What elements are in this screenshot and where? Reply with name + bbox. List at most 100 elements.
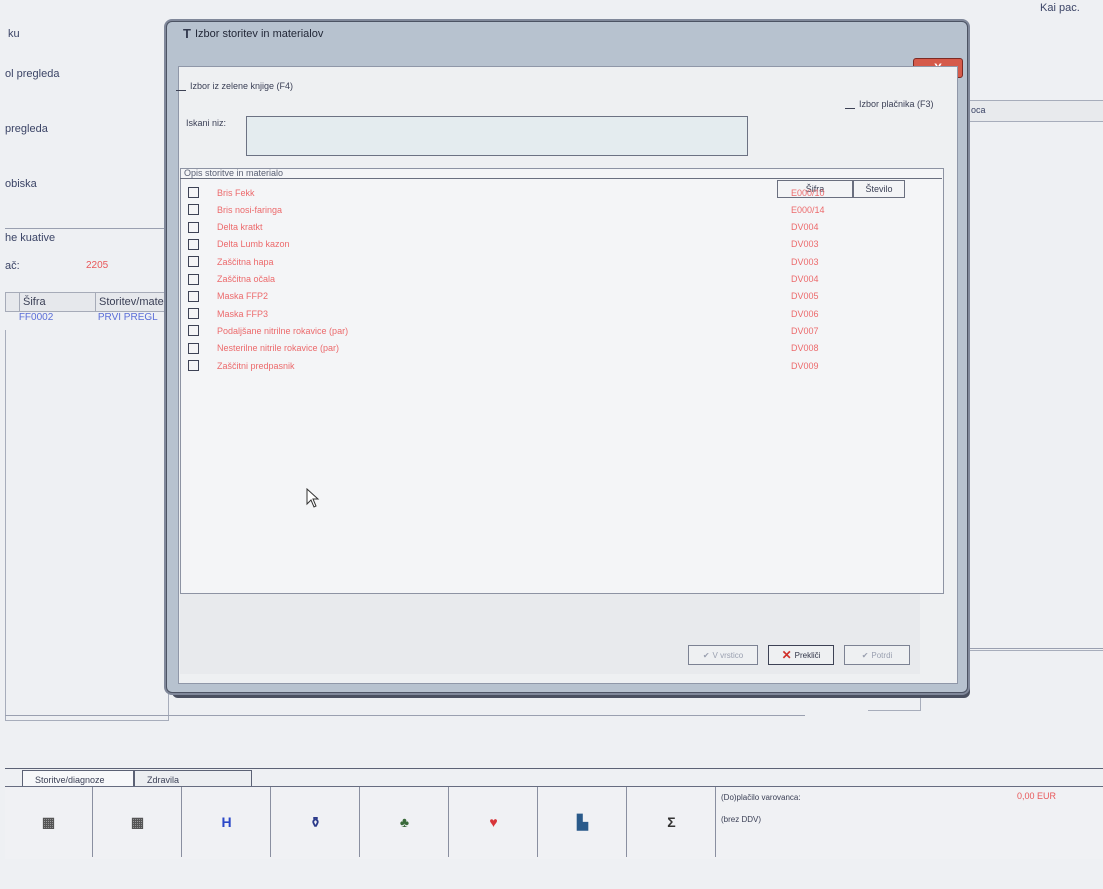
item-description: Zaščitna očala bbox=[217, 274, 276, 284]
toolbar-button[interactable]: ▙ bbox=[539, 787, 627, 857]
search-input[interactable] bbox=[246, 116, 748, 156]
bg-label-1: ku bbox=[8, 28, 20, 40]
table-row[interactable]: FF0002 PRVI PREGL bbox=[5, 312, 167, 328]
list-item[interactable]: Podaljšane nitrilne rokavice (par) DV007 bbox=[188, 324, 848, 337]
item-checkbox[interactable] bbox=[188, 290, 199, 302]
item-description: Maska FFP2 bbox=[217, 291, 269, 302]
item-code: DV004 bbox=[791, 222, 819, 233]
toolbar-button[interactable]: ♥ bbox=[450, 787, 538, 857]
item-checkbox[interactable] bbox=[188, 273, 199, 285]
calculator-icon: ▦ bbox=[130, 813, 145, 830]
toolbar-button[interactable]: ⚱ bbox=[272, 787, 360, 857]
list-item[interactable]: Bris nosi-faringa E000/14 bbox=[188, 203, 848, 216]
green-book-checkbox[interactable] bbox=[176, 80, 186, 91]
item-description: Delta kratkt bbox=[217, 222, 263, 233]
item-description: Delta Lumb kazon bbox=[217, 239, 290, 250]
item-checkbox[interactable] bbox=[188, 360, 199, 371]
bg-label-5: he kuative bbox=[5, 232, 56, 244]
toolbar-button[interactable]: ♣ bbox=[361, 787, 449, 857]
list-item[interactable]: Zaščitna hapa DV003 bbox=[188, 255, 848, 268]
bg-row-code: FF0002 bbox=[18, 312, 54, 323]
payment-summary: (Do)plačilo varovanca: 0,00 EUR (brez DD… bbox=[717, 787, 1103, 857]
item-description: Zaščitna hapa bbox=[217, 256, 274, 267]
add-row-button[interactable]: ✔ V vrstico bbox=[688, 645, 758, 665]
heart-icon: ♥ bbox=[489, 814, 498, 830]
hospital-icon: H bbox=[221, 814, 232, 830]
toolbar-button[interactable]: ▦ bbox=[94, 787, 182, 857]
item-code: E000/10 bbox=[791, 187, 825, 198]
bg-table-body bbox=[5, 330, 169, 721]
top-right-label: Kai pac. bbox=[1040, 2, 1080, 14]
payer-checkbox[interactable] bbox=[845, 98, 855, 109]
calculator-icon: ▦ bbox=[41, 813, 56, 830]
flask-icon: ⚱ bbox=[309, 813, 322, 830]
bg-right-header: oca bbox=[966, 100, 1103, 122]
amount-value: 2205 bbox=[86, 260, 109, 271]
list-item[interactable]: Maska FFP3 DV006 bbox=[188, 307, 848, 320]
item-checkbox[interactable] bbox=[188, 187, 199, 198]
bg-tab-line bbox=[5, 768, 1103, 769]
bg-col-code[interactable]: Šifra bbox=[20, 293, 96, 311]
dialog-title: Izbor storitev in materialov bbox=[194, 27, 324, 40]
app-icon: T bbox=[183, 26, 191, 41]
cancel-button[interactable]: ✕ Prekliči bbox=[768, 645, 834, 665]
item-checkbox[interactable] bbox=[188, 204, 199, 216]
bg-label-3: pregleda bbox=[5, 123, 48, 135]
payment-value: 0,00 EUR bbox=[1017, 791, 1057, 801]
item-code: E000/14 bbox=[791, 204, 825, 215]
toolbar-button[interactable]: ▦ bbox=[5, 787, 93, 857]
item-checkbox[interactable] bbox=[188, 308, 199, 320]
sum-icon: Σ bbox=[667, 814, 676, 830]
dialog-titlebar[interactable]: T Izbor storitev in materialov bbox=[183, 26, 323, 41]
bg-label-4: obiska bbox=[5, 178, 37, 190]
item-description: Nesterilne nitrile rokavice (par) bbox=[217, 343, 340, 354]
list-item[interactable]: Zaščitna očala DV004 bbox=[188, 273, 848, 286]
item-code: DV004 bbox=[791, 274, 819, 284]
item-code: DV007 bbox=[791, 325, 819, 336]
item-checkbox[interactable] bbox=[188, 256, 199, 268]
bg-table-header: Šifra Storitev/mate bbox=[5, 292, 169, 312]
bg-row-service: PRVI PREGL bbox=[97, 312, 158, 323]
list-item[interactable]: Bris Fekk E000/10 bbox=[188, 186, 848, 199]
bg-col-service[interactable]: Storitev/mate bbox=[96, 293, 168, 311]
stamp-icon: ♣ bbox=[399, 814, 410, 830]
green-book-label: Izbor iz zelene knjige (F4) bbox=[190, 80, 294, 91]
search-label: Iskani niz: bbox=[186, 118, 227, 128]
green-book-checkbox-row[interactable]: Izbor iz zelene knjige (F4) bbox=[176, 80, 293, 91]
list-item[interactable]: Delta Lumb kazon DV003 bbox=[188, 238, 848, 251]
item-description: Podaljšane nitrilne rokavice (par) bbox=[217, 325, 349, 336]
item-code: DV008 bbox=[791, 343, 819, 354]
list-title: Opis storitve in materialo bbox=[184, 168, 284, 178]
list-item[interactable]: Nesterilne nitrile rokavice (par) DV008 bbox=[188, 342, 848, 355]
item-description: Zaščitni predpasnik bbox=[217, 360, 295, 371]
list-item[interactable]: Zaščitni predpasnik DV009 bbox=[188, 359, 848, 372]
bg-label-2: ol pregleda bbox=[5, 68, 60, 80]
item-checkbox[interactable] bbox=[188, 325, 199, 337]
bg-right-panel bbox=[966, 120, 1103, 651]
payer-checkbox-row[interactable]: Izbor plačnika (F3) bbox=[845, 98, 934, 109]
list-item[interactable]: Delta kratkt DV004 bbox=[188, 221, 848, 234]
bg-divider bbox=[5, 228, 165, 229]
toolbar-button[interactable]: Σ bbox=[628, 787, 716, 857]
list-item[interactable]: Maska FFP2 DV005 bbox=[188, 290, 848, 303]
toolbar-button[interactable]: H bbox=[183, 787, 271, 857]
cursor-icon bbox=[306, 488, 320, 508]
building-icon: ▙ bbox=[577, 813, 588, 830]
item-code: DV005 bbox=[791, 291, 819, 302]
cancel-x-icon: ✕ bbox=[781, 648, 792, 662]
item-checkbox[interactable] bbox=[188, 342, 199, 354]
item-description: Bris Fekk bbox=[217, 187, 255, 198]
item-code: DV006 bbox=[791, 308, 819, 319]
item-description: Bris nosi-faringa bbox=[217, 204, 283, 215]
vat-label: (brez DDV) bbox=[721, 815, 762, 824]
item-checkbox[interactable] bbox=[188, 221, 199, 233]
payment-label: (Do)plačilo varovanca: bbox=[721, 793, 801, 802]
item-code: DV003 bbox=[791, 256, 819, 267]
payer-label: Izbor plačnika (F3) bbox=[859, 98, 934, 109]
item-description: Maska FFP3 bbox=[217, 308, 269, 319]
col-header-number[interactable]: Število bbox=[853, 180, 905, 198]
confirm-button[interactable]: ✔ Potrdi bbox=[844, 645, 910, 665]
item-checkbox[interactable] bbox=[188, 238, 199, 250]
bg-label-6: ač: bbox=[5, 260, 20, 272]
item-code: DV009 bbox=[791, 360, 819, 371]
